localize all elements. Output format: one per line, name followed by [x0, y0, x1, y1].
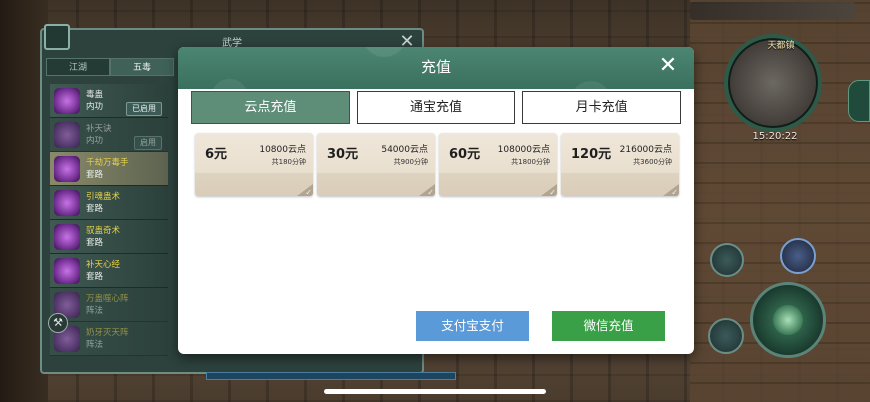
skill-icon	[54, 223, 80, 250]
skill-button-left[interactable]	[710, 243, 744, 277]
skill-type: 阵法	[86, 305, 104, 316]
package-price: 6元	[205, 147, 228, 162]
side-expand-tab[interactable]	[848, 80, 870, 122]
dialog-title: 充值	[420, 58, 451, 76]
skill-type: 套路	[86, 169, 104, 180]
skill-name: 引魂蛊术	[86, 191, 121, 202]
checkmark-icon: ✓	[297, 184, 313, 196]
skill-type: 套路	[86, 237, 104, 248]
skill-icon	[54, 189, 80, 216]
attack-button[interactable]	[750, 282, 826, 358]
close-icon[interactable]: ✕	[654, 53, 682, 81]
skill-icon	[54, 155, 80, 182]
tab-cloud-points[interactable]: 云点充值	[191, 91, 350, 124]
top-status-bar	[690, 2, 855, 20]
martial-arts-list: 毒蛊 内功 已启用 补天诀 内功 启用 千劫万毒手 套路 引魂蛊术 套路 驭蛊奇术 套路 …	[50, 84, 168, 356]
skill-type: 套路	[86, 271, 104, 282]
skill-icon	[54, 257, 80, 284]
minimap-location-label: 天都镇	[767, 41, 795, 51]
package-points: 54000云点	[381, 145, 428, 155]
settings-tools-icon[interactable]: ⚒	[48, 313, 68, 333]
wechat-pay-button[interactable]: 微信充值	[552, 311, 665, 341]
tab-tongbao[interactable]: 通宝充值	[356, 91, 516, 124]
list-item[interactable]: 千劫万毒手 套路	[50, 152, 168, 186]
package-minutes: 共3600分钟	[633, 158, 672, 166]
skill-name: 补天心经	[86, 259, 121, 270]
game-clock: 15:20:22	[752, 131, 798, 142]
alipay-button[interactable]: 支付宝支付	[416, 311, 529, 341]
skill-type: 阵法	[86, 339, 104, 350]
package-points: 108000云点	[497, 145, 550, 155]
list-item[interactable]: 引魂蛊术 套路	[50, 186, 168, 220]
panel-corner-icon	[44, 24, 70, 50]
package-price: 120元	[571, 147, 612, 162]
checkmark-icon: ✓	[541, 184, 557, 196]
experience-bar	[206, 372, 456, 380]
package-minutes: 共180分钟	[271, 158, 306, 166]
package-minutes: 共900分钟	[393, 158, 428, 166]
list-item[interactable]: 奶牙灭天阵 阵法	[50, 322, 168, 356]
skill-icon	[54, 121, 80, 148]
package-price: 60元	[449, 147, 481, 162]
package-price: 30元	[327, 147, 359, 162]
package-minutes: 共1800分钟	[511, 158, 550, 166]
tab-wudu[interactable]: 五毒	[110, 58, 174, 76]
martial-arts-tabs: 江湖 五毒	[46, 58, 174, 76]
checkmark-icon: ✓	[419, 184, 435, 196]
skill-type: 套路	[86, 203, 104, 214]
package-card-6[interactable]: 6元 10800云点 共180分钟 ✓	[195, 133, 313, 196]
skill-name: 奶牙灭天阵	[86, 327, 129, 338]
skill-enable-button[interactable]: 启用	[134, 136, 162, 150]
home-indicator[interactable]	[324, 389, 546, 394]
package-card-60[interactable]: 60元 108000云点 共1800分钟 ✓	[439, 133, 557, 196]
list-item[interactable]: 补天心经 套路	[50, 254, 168, 288]
list-item[interactable]: 万蛊噬心阵 阵法	[50, 288, 168, 322]
tab-monthly-card[interactable]: 月卡充值	[522, 91, 682, 124]
target-lock-button[interactable]	[708, 318, 744, 354]
checkmark-icon: ✓	[663, 184, 679, 196]
skill-name: 补天诀	[86, 123, 112, 134]
skill-name: 万蛊噬心阵	[86, 293, 129, 304]
skill-name: 千劫万毒手	[86, 157, 129, 168]
companion-avatar-button[interactable]	[780, 238, 816, 274]
list-item[interactable]: 毒蛊 内功 已启用	[50, 84, 168, 118]
tab-jianghu[interactable]: 江湖	[46, 58, 110, 76]
package-card-30[interactable]: 30元 54000云点 共900分钟 ✓	[317, 133, 435, 196]
package-list: 6元 10800云点 共180分钟 ✓ 30元 54000云点 共900分钟 ✓…	[195, 133, 681, 196]
list-item[interactable]: 驭蛊奇术 套路	[50, 220, 168, 254]
package-card-120[interactable]: 120元 216000云点 共3600分钟 ✓	[561, 133, 679, 196]
list-item[interactable]: 补天诀 内功 启用	[50, 118, 168, 152]
skill-icon	[54, 87, 80, 114]
skill-enabled-badge[interactable]: 已启用	[126, 102, 162, 116]
package-points: 10800云点	[259, 145, 306, 155]
skill-name: 驭蛊奇术	[86, 225, 121, 236]
package-points: 216000云点	[619, 145, 672, 155]
skill-type: 内功	[86, 135, 104, 146]
recharge-dialog: 充值 ✕ 云点充值 通宝充值 月卡充值 6元 10800云点 共180分钟 ✓ …	[178, 47, 694, 354]
skill-type: 内功	[86, 101, 104, 112]
skill-name: 毒蛊	[86, 89, 104, 100]
recharge-tabs: 云点充值 通宝充值 月卡充值	[191, 91, 682, 124]
